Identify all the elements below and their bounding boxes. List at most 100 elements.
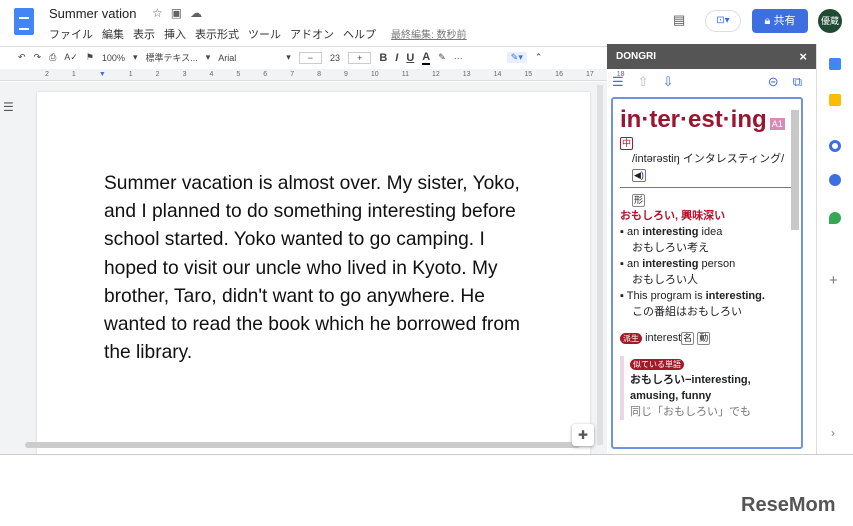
- font-size-input[interactable]: 23: [330, 53, 340, 63]
- paint-format-icon[interactable]: ⚑: [86, 52, 94, 63]
- more-button[interactable]: ···: [454, 53, 463, 63]
- redo-icon[interactable]: ↷: [34, 52, 42, 63]
- folder-icon[interactable]: ▣: [171, 6, 190, 20]
- panel-toolbar: ☰ ⇧ ⇩ ⊝ ⧉: [612, 74, 802, 90]
- document-title[interactable]: Summer vation: [49, 6, 136, 21]
- ruler-tick: 9: [344, 71, 348, 78]
- example: ▪ an interesting idea: [620, 226, 723, 238]
- menu-bar: ファイル 編集 表示 挿入 表示形式 ツール アドオン ヘルプ 最終編集: 数秒…: [49, 26, 467, 42]
- keep-icon[interactable]: [829, 94, 841, 106]
- ruler-tick: 10: [370, 71, 379, 78]
- vertical-scrollbar[interactable]: [597, 85, 603, 445]
- ruler-tick: 4: [209, 71, 214, 78]
- menu-insert[interactable]: 挿入: [164, 26, 186, 42]
- ruler-tick: 12: [431, 71, 440, 78]
- link-icon[interactable]: ⊝: [768, 74, 779, 90]
- derived-word: 派生 interest 名 動: [620, 330, 794, 346]
- menu-addons[interactable]: アドオン: [290, 26, 334, 42]
- ruler-tick: 11: [401, 71, 409, 78]
- panel-scrollbar[interactable]: [791, 110, 799, 230]
- highlight-icon[interactable]: ✎: [438, 52, 446, 63]
- example: ▪ an interesting person: [620, 258, 736, 270]
- example-translation: おもしろい考え: [632, 242, 709, 254]
- cloud-icon: ☁: [190, 6, 211, 20]
- italic-button[interactable]: I: [395, 52, 398, 64]
- close-icon[interactable]: ×: [799, 44, 807, 69]
- ruler-tick: 16: [555, 71, 563, 78]
- zoom-select[interactable]: 100%: [102, 53, 125, 63]
- indent-marker[interactable]: ▼: [99, 69, 106, 80]
- document-body[interactable]: Summer vacation is almost over. My siste…: [104, 170, 524, 367]
- expand-icon[interactable]: ›: [831, 426, 835, 440]
- example-translation: おもしろい人: [632, 274, 698, 286]
- menu-edit[interactable]: 編集: [102, 26, 124, 42]
- contacts-icon[interactable]: [829, 174, 841, 186]
- docs-logo-icon[interactable]: [14, 8, 34, 35]
- chevron-down-icon: ▾: [205, 52, 211, 62]
- add-addon-icon[interactable]: +: [829, 272, 838, 289]
- pronunciation: /intərəstiŋ インタレスティング/: [632, 153, 785, 165]
- outline-icon[interactable]: ☰: [3, 100, 14, 114]
- ruler-tick: 1: [128, 71, 133, 78]
- example: ▪ This program is interesting.: [620, 290, 765, 302]
- ruler-tick: 15: [524, 71, 533, 78]
- dictionary-entry: in·ter·est·ing A1 中 /intərəstiŋ インタレスティン…: [611, 97, 803, 449]
- ruler-tick: 3: [182, 71, 187, 78]
- undo-icon[interactable]: ↶: [18, 52, 26, 63]
- collapse-icon[interactable]: ⌃: [535, 52, 543, 63]
- divider: [0, 454, 853, 455]
- font-select[interactable]: Arial: [218, 53, 278, 63]
- text-color-button[interactable]: A: [422, 51, 431, 65]
- calendar-icon[interactable]: [829, 58, 841, 70]
- arrow-up-icon[interactable]: ⇧: [638, 74, 649, 90]
- ruler-tick: 14: [493, 71, 502, 78]
- level-badge: A1: [769, 118, 785, 131]
- chevron-down-icon: ▾: [286, 52, 291, 62]
- last-edit[interactable]: 最終編集: 数秒前: [391, 26, 467, 42]
- meaning: おもしろい, 興味深い: [620, 210, 726, 222]
- ruler-tick: 2: [155, 71, 160, 78]
- horizontal-scrollbar[interactable]: [25, 442, 580, 448]
- ruler-tick: 2: [45, 71, 49, 78]
- grade-badge: 中: [620, 137, 634, 150]
- ruler-tick: 6: [263, 71, 268, 78]
- pos-badge: 形: [632, 194, 646, 207]
- menu-help[interactable]: ヘルプ: [343, 26, 376, 42]
- avatar[interactable]: 優蔵: [818, 9, 842, 33]
- share-button[interactable]: 🔒︎ 共有: [752, 9, 808, 33]
- present-button[interactable]: ⊡▾: [705, 10, 741, 32]
- editing-mode-button[interactable]: ✎▾: [506, 52, 527, 63]
- ruler-tick: 5: [236, 71, 241, 78]
- maps-icon[interactable]: [829, 212, 841, 224]
- menu-view[interactable]: 表示: [133, 26, 155, 42]
- style-select[interactable]: 標準テキス...: [145, 51, 197, 64]
- arrow-down-icon[interactable]: ⇩: [663, 74, 674, 90]
- ruler-tick: 17: [585, 71, 594, 78]
- font-size-increase[interactable]: +: [348, 51, 372, 64]
- ruler-tick: 7: [290, 71, 295, 78]
- list-icon[interactable]: ☰: [612, 74, 624, 90]
- bold-button[interactable]: B: [379, 52, 387, 64]
- font-size-decrease[interactable]: −: [298, 51, 323, 64]
- title-icons[interactable]: ☆▣☁: [152, 6, 210, 20]
- open-external-icon[interactable]: ⧉: [793, 74, 802, 90]
- chevron-down-icon: ▾: [132, 52, 138, 62]
- underline-button[interactable]: U: [406, 52, 414, 64]
- explore-button[interactable]: ✚: [572, 424, 594, 446]
- panel-title: DONGRI: [616, 51, 656, 62]
- menu-file[interactable]: ファイル: [49, 26, 93, 42]
- toolbar: ↶ ↷ ⎙ A✓ ⚑ 100% ▾ 標準テキス... ▾ Arial ▾ −23 + BIUA …: [0, 46, 607, 68]
- tasks-icon[interactable]: [829, 140, 841, 152]
- star-icon[interactable]: ☆: [152, 6, 171, 20]
- ruler[interactable]: 2 1 ▼ 1 2 3 4 5 6 7 8 9 10 11 12 13 14 15 16 17 18: [0, 69, 625, 81]
- menu-format[interactable]: 表示形式: [195, 26, 239, 42]
- comment-icon[interactable]: ▤: [673, 12, 685, 28]
- panel-header: DONGRI ×: [607, 44, 816, 69]
- ruler-tick: 13: [462, 71, 471, 78]
- spellcheck-icon[interactable]: A✓: [64, 52, 78, 63]
- menu-tools[interactable]: ツール: [248, 26, 281, 42]
- speaker-icon[interactable]: ◀): [632, 169, 646, 182]
- print-icon[interactable]: ⎙: [49, 52, 56, 63]
- headword: in·ter·est·ing: [620, 106, 767, 133]
- ruler-tick: 8: [317, 71, 321, 78]
